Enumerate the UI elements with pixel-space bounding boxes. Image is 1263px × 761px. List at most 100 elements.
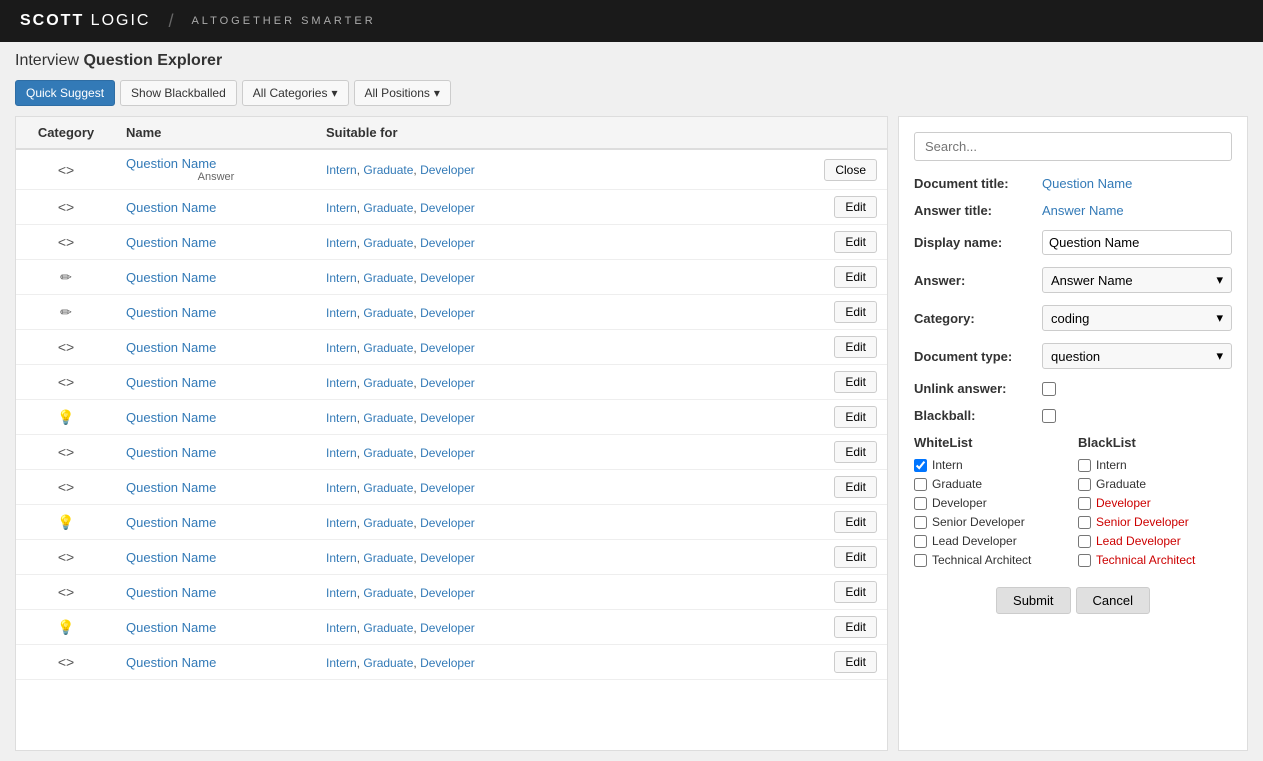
question-name-link[interactable]: Question Name bbox=[126, 515, 216, 530]
blacklist-checkbox-0[interactable] bbox=[1078, 459, 1091, 472]
suitable-link[interactable]: Intern bbox=[326, 271, 357, 285]
question-name-link[interactable]: Question Name bbox=[126, 270, 216, 285]
question-name-link[interactable]: Question Name bbox=[126, 620, 216, 635]
suitable-link[interactable]: Graduate bbox=[363, 446, 413, 460]
suitable-link[interactable]: Graduate bbox=[363, 621, 413, 635]
edit-button[interactable]: Edit bbox=[834, 196, 877, 218]
suitable-link[interactable]: Intern bbox=[326, 341, 357, 355]
suitable-link[interactable]: Graduate bbox=[363, 271, 413, 285]
whitelist-checkbox-3[interactable] bbox=[914, 516, 927, 529]
edit-button[interactable]: Edit bbox=[834, 441, 877, 463]
suitable-link[interactable]: Graduate bbox=[363, 341, 413, 355]
close-button[interactable]: Close bbox=[824, 159, 877, 181]
suitable-link[interactable]: Developer bbox=[420, 376, 475, 390]
whitelist-checkbox-0[interactable] bbox=[914, 459, 927, 472]
suitable-link[interactable]: Developer bbox=[420, 341, 475, 355]
suitable-link[interactable]: Intern bbox=[326, 481, 357, 495]
suitable-link[interactable]: Intern bbox=[326, 306, 357, 320]
suitable-link[interactable]: Developer bbox=[420, 306, 475, 320]
suitable-link[interactable]: Intern bbox=[326, 551, 357, 565]
show-blackballed-button[interactable]: Show Blackballed bbox=[120, 80, 237, 106]
edit-button[interactable]: Edit bbox=[834, 546, 877, 568]
submit-button[interactable]: Submit bbox=[996, 587, 1070, 614]
edit-button[interactable]: Edit bbox=[834, 616, 877, 638]
suitable-link[interactable]: Intern bbox=[326, 411, 357, 425]
cancel-button[interactable]: Cancel bbox=[1076, 587, 1150, 614]
suitable-link[interactable]: Developer bbox=[420, 411, 475, 425]
question-name-link[interactable]: Question Name bbox=[126, 200, 216, 215]
blackball-checkbox[interactable] bbox=[1042, 409, 1056, 423]
suitable-link[interactable]: Graduate bbox=[363, 411, 413, 425]
suitable-link[interactable]: Developer bbox=[420, 621, 475, 635]
all-positions-dropdown[interactable]: All Positions ▾ bbox=[354, 80, 451, 106]
blacklist-checkbox-4[interactable] bbox=[1078, 535, 1091, 548]
table-container[interactable]: Category Name Suitable for <> Question N… bbox=[16, 117, 887, 750]
question-name-link[interactable]: Question Name bbox=[126, 156, 216, 171]
question-name-link[interactable]: Question Name bbox=[126, 340, 216, 355]
edit-button[interactable]: Edit bbox=[834, 511, 877, 533]
edit-button[interactable]: Edit bbox=[834, 371, 877, 393]
suitable-link[interactable]: Graduate bbox=[363, 656, 413, 670]
suitable-link[interactable]: Intern bbox=[326, 163, 357, 177]
suitable-link[interactable]: Intern bbox=[326, 236, 357, 250]
suitable-link[interactable]: Developer bbox=[420, 201, 475, 215]
answer-dropdown[interactable]: Answer Name ▾ bbox=[1042, 267, 1232, 293]
question-name-link[interactable]: Question Name bbox=[126, 375, 216, 390]
suitable-link[interactable]: Graduate bbox=[363, 586, 413, 600]
suitable-link[interactable]: Developer bbox=[420, 586, 475, 600]
suitable-link[interactable]: Graduate bbox=[363, 163, 413, 177]
edit-button[interactable]: Edit bbox=[834, 266, 877, 288]
quick-suggest-button[interactable]: Quick Suggest bbox=[15, 80, 115, 106]
edit-button[interactable]: Edit bbox=[834, 301, 877, 323]
suitable-link[interactable]: Developer bbox=[420, 516, 475, 530]
question-name-link[interactable]: Question Name bbox=[126, 585, 216, 600]
question-name-link[interactable]: Question Name bbox=[126, 305, 216, 320]
suitable-link[interactable]: Graduate bbox=[363, 481, 413, 495]
suitable-link[interactable]: Intern bbox=[326, 656, 357, 670]
all-categories-dropdown[interactable]: All Categories ▾ bbox=[242, 80, 349, 106]
suitable-link[interactable]: Intern bbox=[326, 516, 357, 530]
suitable-link[interactable]: Intern bbox=[326, 586, 357, 600]
suitable-link[interactable]: Intern bbox=[326, 446, 357, 460]
suitable-link[interactable]: Intern bbox=[326, 621, 357, 635]
unlink-checkbox[interactable] bbox=[1042, 382, 1056, 396]
question-name-link[interactable]: Question Name bbox=[126, 480, 216, 495]
whitelist-checkbox-5[interactable] bbox=[914, 554, 927, 567]
suitable-link[interactable]: Graduate bbox=[363, 236, 413, 250]
blacklist-checkbox-1[interactable] bbox=[1078, 478, 1091, 491]
question-name-link[interactable]: Question Name bbox=[126, 655, 216, 670]
suitable-link[interactable]: Developer bbox=[420, 656, 475, 670]
question-name-link[interactable]: Question Name bbox=[126, 235, 216, 250]
whitelist-checkbox-2[interactable] bbox=[914, 497, 927, 510]
edit-button[interactable]: Edit bbox=[834, 406, 877, 428]
suitable-link[interactable]: Graduate bbox=[363, 306, 413, 320]
blacklist-checkbox-2[interactable] bbox=[1078, 497, 1091, 510]
category-dropdown[interactable]: coding ▾ bbox=[1042, 305, 1232, 331]
question-name-link[interactable]: Question Name bbox=[126, 410, 216, 425]
suitable-link[interactable]: Graduate bbox=[363, 551, 413, 565]
edit-button[interactable]: Edit bbox=[834, 231, 877, 253]
display-name-input[interactable] bbox=[1042, 230, 1232, 255]
whitelist-checkbox-4[interactable] bbox=[914, 535, 927, 548]
suitable-link[interactable]: Graduate bbox=[363, 376, 413, 390]
edit-button[interactable]: Edit bbox=[834, 581, 877, 603]
edit-button[interactable]: Edit bbox=[834, 651, 877, 673]
suitable-link[interactable]: Graduate bbox=[363, 201, 413, 215]
blacklist-checkbox-3[interactable] bbox=[1078, 516, 1091, 529]
question-name-link[interactable]: Question Name bbox=[126, 550, 216, 565]
doc-type-dropdown[interactable]: question ▾ bbox=[1042, 343, 1232, 369]
suitable-link[interactable]: Developer bbox=[420, 236, 475, 250]
edit-button[interactable]: Edit bbox=[834, 476, 877, 498]
edit-button[interactable]: Edit bbox=[834, 336, 877, 358]
suitable-link[interactable]: Intern bbox=[326, 376, 357, 390]
suitable-link[interactable]: Graduate bbox=[363, 516, 413, 530]
whitelist-checkbox-1[interactable] bbox=[914, 478, 927, 491]
suitable-link[interactable]: Developer bbox=[420, 446, 475, 460]
suitable-link[interactable]: Developer bbox=[420, 551, 475, 565]
blacklist-checkbox-5[interactable] bbox=[1078, 554, 1091, 567]
suitable-link[interactable]: Developer bbox=[420, 163, 475, 177]
suitable-link[interactable]: Intern bbox=[326, 201, 357, 215]
search-input[interactable] bbox=[914, 132, 1232, 161]
suitable-link[interactable]: Developer bbox=[420, 271, 475, 285]
question-name-link[interactable]: Question Name bbox=[126, 445, 216, 460]
